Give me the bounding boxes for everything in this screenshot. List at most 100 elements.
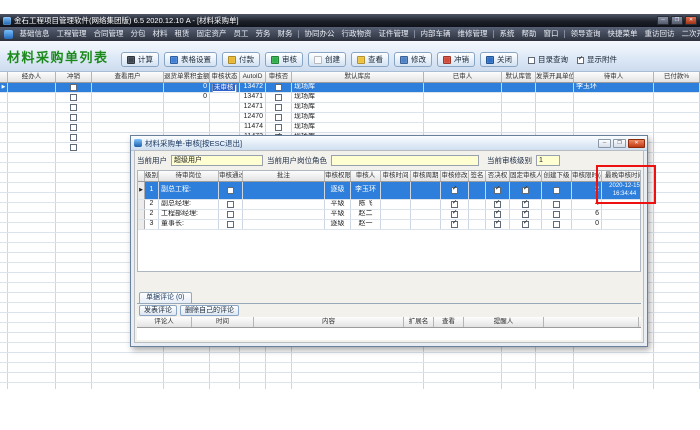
menu-item[interactable]: 员工	[230, 27, 252, 41]
row-checkbox[interactable]	[275, 84, 282, 91]
menu-item[interactable]: 领导查询	[567, 27, 604, 41]
table-row[interactable]: 12470现场库	[0, 113, 700, 123]
minimize-icon[interactable]: ─	[657, 16, 669, 25]
row-checkbox[interactable]	[70, 84, 77, 91]
menu-item[interactable]: 财务	[274, 27, 296, 41]
column-header[interactable]: 评论人	[137, 317, 192, 327]
table-row[interactable]: ▶0未审核13472现场库李玉环	[0, 83, 700, 93]
view-button[interactable]: 查看	[351, 52, 389, 67]
dialog-close-icon[interactable]: ✕	[628, 139, 645, 148]
table-row[interactable]: 12471现场库	[0, 103, 700, 113]
row-checkbox[interactable]	[275, 114, 282, 121]
dialog-minimize-icon[interactable]: ─	[598, 139, 611, 148]
column-header[interactable]: 已审人	[424, 72, 502, 82]
inline-edit-cell[interactable]: 未审核	[212, 84, 237, 93]
dialog-title-bar[interactable]: 材料采购单-审核[按ESC退出] ─ ❐ ✕	[131, 136, 647, 151]
menu-item[interactable]: 维修管理	[454, 27, 491, 41]
current-audit-level-field[interactable]: 1	[536, 155, 560, 166]
comments-tab[interactable]: 单据评论 (0)	[139, 292, 192, 303]
directory-query-checkbox[interactable]: 目录查询	[528, 54, 568, 65]
menu-item[interactable]: 快捷菜单	[604, 27, 641, 41]
row-checkbox[interactable]	[227, 201, 234, 208]
row-checkbox[interactable]	[553, 201, 560, 208]
table-settings-button[interactable]: 表格设置	[164, 52, 217, 67]
column-header[interactable]: 签名	[469, 171, 486, 181]
column-header[interactable]: 默认库管	[502, 72, 536, 82]
row-checkbox[interactable]	[494, 201, 501, 208]
column-header[interactable]: 审核否	[266, 72, 292, 82]
column-header[interactable]: 内容	[254, 317, 404, 327]
column-header[interactable]: 待审岗位	[159, 171, 219, 181]
column-header[interactable]: 提醒人	[464, 317, 544, 327]
table-row[interactable]: 013471现场库	[0, 93, 700, 103]
column-header[interactable]: 审核人	[351, 171, 381, 181]
row-checkbox[interactable]	[553, 211, 560, 218]
column-header[interactable]: 审核修改	[441, 171, 469, 181]
column-header[interactable]: 查看	[434, 317, 464, 327]
menu-item[interactable]: 内部车辆	[417, 27, 454, 41]
column-header[interactable]	[0, 72, 8, 82]
current-user-field[interactable]: 超级用户	[171, 155, 263, 166]
reverse-button[interactable]: 冲销	[437, 52, 475, 67]
row-checkbox[interactable]	[275, 94, 282, 101]
menu-item[interactable]: 行政物资	[338, 27, 375, 41]
menu-item[interactable]: 窗口	[540, 27, 562, 41]
menu-item[interactable]: 分包	[127, 27, 149, 41]
column-header[interactable]: 时间	[192, 317, 254, 327]
row-checkbox[interactable]	[553, 221, 560, 228]
menu-item[interactable]: 协同办公	[301, 27, 338, 41]
menu-item[interactable]: 材料	[149, 27, 171, 41]
column-header[interactable]: 扩展名	[404, 317, 434, 327]
row-checkbox[interactable]	[70, 124, 77, 131]
row-checkbox[interactable]	[227, 187, 234, 194]
table-row[interactable]: 3董事长:逐级赵一0	[138, 220, 640, 230]
column-header[interactable]	[138, 171, 145, 181]
column-header[interactable]: 固定审核人	[510, 171, 542, 181]
table-row[interactable]: ▶1副总工程:逐级李玉环22020-12-15 16:34:44	[138, 182, 640, 200]
column-header[interactable]: 审核限时(小时)	[572, 171, 602, 181]
table-row[interactable]: 2工程部经理:平级赵二6	[138, 210, 640, 220]
row-checkbox[interactable]	[553, 187, 560, 194]
column-header[interactable]: 批注	[243, 171, 325, 181]
maximize-icon[interactable]: ❐	[671, 16, 683, 25]
column-header[interactable]: 发票开具单位	[536, 72, 574, 82]
row-checkbox[interactable]	[227, 221, 234, 228]
current-role-field[interactable]	[331, 155, 479, 166]
menu-item[interactable]: 固定资产	[193, 27, 230, 41]
close-list-button[interactable]: 关闭	[480, 52, 518, 67]
column-header[interactable]: 审核通过	[219, 171, 243, 181]
menu-item[interactable]: 帮助	[518, 27, 540, 41]
column-header[interactable]: 级别	[145, 171, 159, 181]
create-button[interactable]: 创建	[308, 52, 346, 67]
row-checkbox[interactable]	[70, 134, 77, 141]
column-header[interactable]: 审核权限	[325, 171, 351, 181]
menu-item[interactable]: 劳务	[252, 27, 274, 41]
row-checkbox[interactable]	[70, 104, 77, 111]
modify-button[interactable]: 修改	[394, 52, 432, 67]
menu-item[interactable]: 重访回访	[641, 27, 678, 41]
dialog-maximize-icon[interactable]: ❐	[613, 139, 626, 148]
menu-item[interactable]: 二次开发	[678, 27, 700, 41]
row-checkbox[interactable]	[451, 187, 458, 194]
table-row[interactable]: 2副总经理:平级陈飞4	[138, 200, 640, 210]
column-header[interactable]	[544, 317, 639, 327]
audit-button[interactable]: 审核	[265, 52, 303, 67]
row-checkbox[interactable]	[494, 211, 501, 218]
table-row[interactable]: 11474现场库	[0, 123, 700, 133]
calculate-button[interactable]: 计算	[121, 52, 159, 67]
row-checkbox[interactable]	[522, 221, 529, 228]
column-header[interactable]: 查看用户	[92, 72, 164, 82]
column-header[interactable]: 创建下级	[542, 171, 572, 181]
row-checkbox[interactable]	[451, 211, 458, 218]
column-header[interactable]: 已付款%	[654, 72, 700, 82]
column-header[interactable]: 审核时间	[381, 171, 411, 181]
row-checkbox[interactable]	[494, 187, 501, 194]
column-header[interactable]: 最晚审核时间	[602, 171, 640, 181]
column-header[interactable]: 经办人	[8, 72, 56, 82]
column-header[interactable]: 待审人	[574, 72, 654, 82]
row-checkbox[interactable]	[275, 104, 282, 111]
menu-item[interactable]: 租赁	[171, 27, 193, 41]
comment-button[interactable]: 发表评论	[139, 305, 177, 316]
row-checkbox[interactable]	[451, 221, 458, 228]
payment-button[interactable]: 付款	[222, 52, 260, 67]
